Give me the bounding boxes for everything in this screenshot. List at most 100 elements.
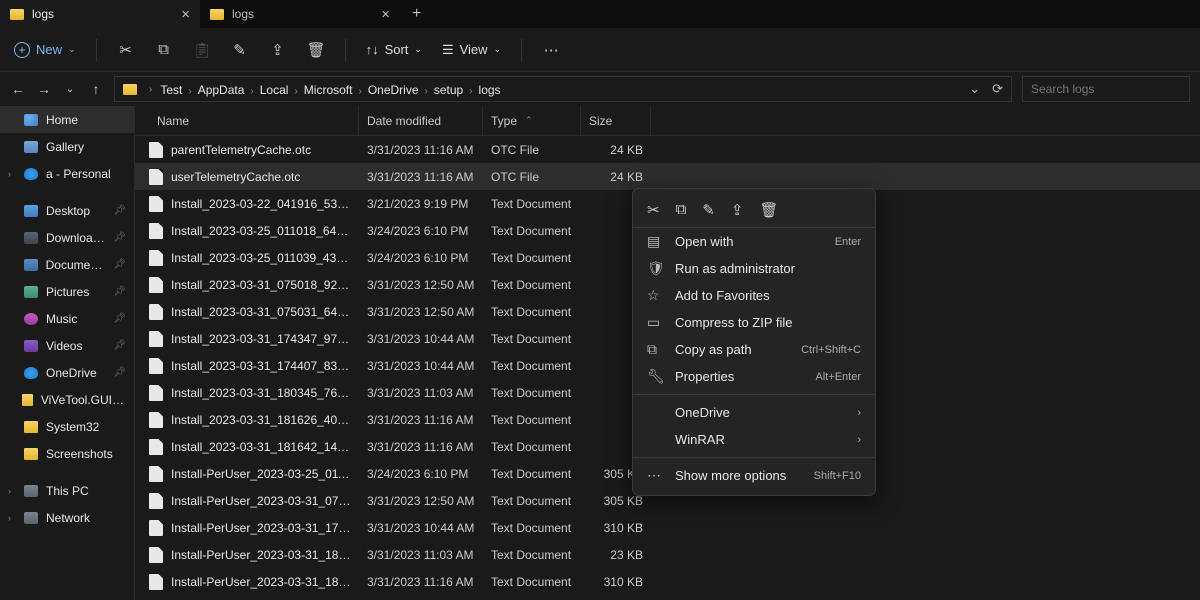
file-date: 3/31/2023 12:50 AM — [359, 305, 483, 319]
nav-thispc[interactable]: ›This PC — [0, 477, 134, 504]
zip-icon: ▭ — [647, 314, 663, 331]
delete-icon[interactable]: 🗑︎ — [759, 201, 778, 219]
crumb-setup[interactable]: setup — [432, 83, 465, 97]
up-button[interactable]: ↑ — [88, 81, 104, 97]
file-row[interactable]: Install-PerUser_2023-03-31_180352_1128…3… — [135, 541, 1200, 568]
nav-music[interactable]: Music📌︎ — [0, 305, 134, 332]
tab-logs-active[interactable]: logs × — [0, 0, 200, 28]
file-type: Text Document — [483, 440, 581, 454]
nav-vivetool[interactable]: ViVeTool.GUI.1.6.2.0 — [0, 386, 134, 413]
copy-icon[interactable]: ⧉ — [155, 41, 173, 58]
crumb-onedrive[interactable]: OneDrive — [366, 83, 421, 97]
nav-system32[interactable]: System32 — [0, 413, 134, 440]
nav-gallery[interactable]: Gallery — [0, 133, 134, 160]
crumb-logs[interactable]: logs — [477, 83, 503, 97]
ctx-properties[interactable]: 🔧︎PropertiesAlt+Enter — [633, 363, 875, 390]
file-date: 3/31/2023 12:50 AM — [359, 278, 483, 292]
file-icon — [149, 169, 163, 185]
folder-icon — [210, 9, 224, 20]
crumb-test[interactable]: Test — [158, 83, 184, 97]
pc-icon — [24, 485, 38, 497]
nav-screenshots[interactable]: Screenshots — [0, 440, 134, 467]
shield-icon: 🛡︎ — [647, 260, 663, 277]
file-icon — [149, 439, 163, 455]
copy-icon[interactable]: ⧉ — [676, 201, 687, 219]
pin-icon: 📌︎ — [113, 313, 126, 324]
col-type[interactable]: Type⌃ — [483, 106, 581, 135]
downloads-icon — [24, 232, 38, 244]
file-type: Text Document — [483, 224, 581, 238]
ctx-run-admin[interactable]: 🛡︎Run as administrator — [633, 255, 875, 282]
new-tab-button[interactable]: + — [400, 5, 433, 23]
file-name: Install_2023-03-31_075031_6464-7164 — [171, 305, 351, 319]
col-name[interactable]: Name — [135, 106, 359, 135]
file-date: 3/31/2023 11:16 AM — [359, 170, 483, 184]
sort-button[interactable]: ↑↓ Sort ⌄ — [366, 42, 422, 57]
nav-videos[interactable]: Videos📌︎ — [0, 332, 134, 359]
toolbar: + New ⌄ ✂ ⧉ 📋︎ ✎ ⇪ 🗑︎ ↑↓ Sort ⌄ ☰ View ⌄… — [0, 28, 1200, 72]
col-date[interactable]: Date modified — [359, 106, 483, 135]
nav-personal[interactable]: ›a - Personal — [0, 160, 134, 187]
file-type: Text Document — [483, 494, 581, 508]
pin-icon: 📌︎ — [113, 340, 126, 351]
search-input[interactable] — [1022, 76, 1190, 102]
rename-icon[interactable]: ✎ — [702, 201, 715, 219]
file-row[interactable]: Install-PerUser_2023-03-31_174349_656-…3… — [135, 514, 1200, 541]
chevron-down-icon: ⌄ — [68, 44, 76, 55]
file-name: Install_2023-03-31_181626_4036-6992 — [171, 413, 351, 427]
nav-network[interactable]: ›Network — [0, 504, 134, 531]
file-row[interactable]: Install-PerUser_2023-03-31_181628_7996…3… — [135, 568, 1200, 595]
col-size[interactable]: Size — [581, 106, 651, 135]
rename-icon[interactable]: ✎ — [231, 41, 249, 59]
forward-button[interactable]: → — [36, 81, 52, 97]
nav-downloads[interactable]: Downloads📌︎ — [0, 224, 134, 251]
nav-documents[interactable]: Documents📌︎ — [0, 251, 134, 278]
crumb-appdata[interactable]: AppData — [196, 83, 247, 97]
share-icon[interactable]: ⇪ — [269, 41, 287, 59]
file-size: 310 KB — [581, 575, 651, 589]
share-icon[interactable]: ⇪ — [731, 201, 744, 219]
crumb-local[interactable]: Local — [258, 83, 291, 97]
back-button[interactable]: ← — [10, 81, 26, 97]
nav-onedrive[interactable]: OneDrive📌︎ — [0, 359, 134, 386]
close-icon[interactable]: × — [381, 6, 390, 23]
file-type: Text Document — [483, 332, 581, 346]
file-icon — [149, 331, 163, 347]
file-date: 3/31/2023 10:44 AM — [359, 521, 483, 535]
ctx-copy-path[interactable]: ⧉Copy as pathCtrl+Shift+C — [633, 336, 875, 363]
nav-pane: Home Gallery ›a - Personal Desktop📌︎Down… — [0, 106, 135, 600]
view-label: View — [460, 42, 488, 57]
nav-desktop[interactable]: Desktop📌︎ — [0, 197, 134, 224]
cut-icon[interactable]: ✂ — [117, 41, 135, 59]
new-button[interactable]: + New ⌄ — [14, 42, 76, 58]
cut-icon[interactable]: ✂ — [647, 201, 660, 219]
file-row[interactable]: parentTelemetryCache.otc3/31/2023 11:16 … — [135, 136, 1200, 163]
recent-dropdown[interactable]: ⌄ — [62, 84, 78, 95]
paste-icon[interactable]: 📋︎ — [193, 41, 211, 59]
close-icon[interactable]: × — [181, 6, 190, 23]
ctx-compress[interactable]: ▭Compress to ZIP file — [633, 309, 875, 336]
chevron-down-icon[interactable]: ⌄ — [969, 81, 980, 97]
view-button[interactable]: ☰ View ⌄ — [442, 42, 501, 58]
tab-logs-inactive[interactable]: logs × — [200, 0, 400, 28]
nav-pictures[interactable]: Pictures📌︎ — [0, 278, 134, 305]
delete-icon[interactable]: 🗑︎ — [307, 41, 325, 59]
file-row[interactable]: userTelemetryCache.otc3/31/2023 11:16 AM… — [135, 163, 1200, 190]
screenshots-icon — [24, 448, 38, 460]
ctx-onedrive[interactable]: OneDrive› — [633, 399, 875, 426]
more-icon[interactable]: ⋯ — [542, 41, 560, 59]
file-name: Install_2023-03-31_174407_8360-1672 — [171, 359, 351, 373]
file-date: 3/31/2023 10:44 AM — [359, 359, 483, 373]
breadcrumb-bar[interactable]: › Test›AppData›Local›Microsoft›OneDrive›… — [114, 76, 1012, 102]
ctx-winrar[interactable]: WinRAR› — [633, 426, 875, 453]
file-icon — [149, 466, 163, 482]
file-type: Text Document — [483, 575, 581, 589]
ctx-add-fav[interactable]: ☆Add to Favorites — [633, 282, 875, 309]
crumb-microsoft[interactable]: Microsoft — [302, 83, 355, 97]
file-type: Text Document — [483, 305, 581, 319]
ctx-open-with[interactable]: ▤Open withEnter — [633, 228, 875, 255]
refresh-icon[interactable]: ⟳ — [992, 81, 1003, 97]
nav-home[interactable]: Home — [0, 106, 134, 133]
file-type: Text Document — [483, 413, 581, 427]
ctx-more[interactable]: ⋯Show more optionsShift+F10 — [633, 462, 875, 489]
